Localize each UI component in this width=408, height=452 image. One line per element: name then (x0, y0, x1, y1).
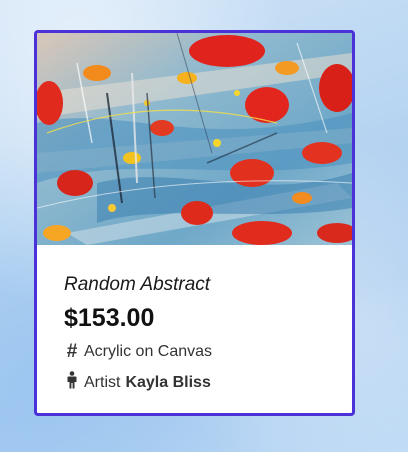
product-price: $153.00 (64, 304, 155, 332)
product-image[interactable] (37, 33, 352, 245)
medium-row: # Acrylic on Canvas (64, 342, 352, 362)
product-card[interactable]: Random Abstract $153.00 # Acrylic on Can… (34, 30, 355, 416)
artist-row: Artist Kayla Bliss (64, 371, 352, 395)
artist-name-link[interactable]: Kayla Bliss (125, 373, 210, 393)
hash-icon: # (66, 341, 78, 362)
product-title[interactable]: Random Abstract (64, 273, 352, 297)
artist-label: Artist (84, 374, 121, 391)
person-icon (64, 371, 80, 395)
medium-text: Acrylic on Canvas (84, 343, 213, 360)
product-info: Random Abstract $153.00 # Acrylic on Can… (37, 245, 352, 395)
